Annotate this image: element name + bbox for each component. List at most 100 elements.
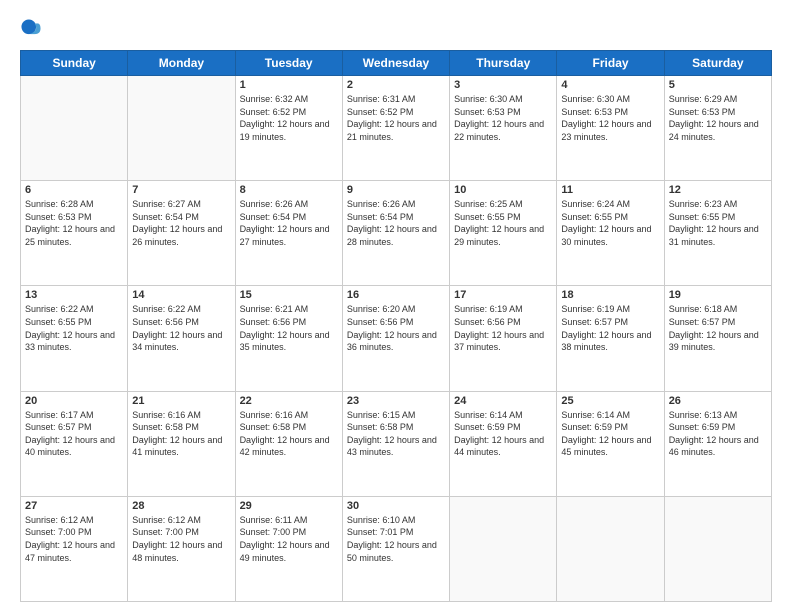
day-info: Sunrise: 6:12 AMSunset: 7:00 PMDaylight:…: [132, 514, 230, 564]
day-number: 25: [561, 395, 659, 407]
calendar-cell: 6 Sunrise: 6:28 AMSunset: 6:53 PMDaylight…: [21, 181, 128, 286]
weekday-header: Thursday: [450, 51, 557, 76]
day-number: 14: [132, 289, 230, 301]
calendar-cell: 22 Sunrise: 6:16 AMSunset: 6:58 PMDayligh…: [235, 391, 342, 496]
calendar-cell: 25 Sunrise: 6:14 AMSunset: 6:59 PMDayligh…: [557, 391, 664, 496]
day-number: 7: [132, 184, 230, 196]
day-number: 27: [25, 500, 123, 512]
day-info: Sunrise: 6:17 AMSunset: 6:57 PMDaylight:…: [25, 409, 123, 459]
day-number: 18: [561, 289, 659, 301]
calendar-cell: 21 Sunrise: 6:16 AMSunset: 6:58 PMDayligh…: [128, 391, 235, 496]
calendar-cell: [128, 76, 235, 181]
day-info: Sunrise: 6:13 AMSunset: 6:59 PMDaylight:…: [669, 409, 767, 459]
day-info: Sunrise: 6:22 AMSunset: 6:56 PMDaylight:…: [132, 303, 230, 353]
logo: [20, 18, 46, 40]
weekday-header: Tuesday: [235, 51, 342, 76]
day-info: Sunrise: 6:31 AMSunset: 6:52 PMDaylight:…: [347, 93, 445, 143]
day-info: Sunrise: 6:16 AMSunset: 6:58 PMDaylight:…: [240, 409, 338, 459]
calendar-cell: 7 Sunrise: 6:27 AMSunset: 6:54 PMDaylight…: [128, 181, 235, 286]
day-number: 19: [669, 289, 767, 301]
calendar-cell: 17 Sunrise: 6:19 AMSunset: 6:56 PMDayligh…: [450, 286, 557, 391]
weekday-header: Friday: [557, 51, 664, 76]
day-number: 17: [454, 289, 552, 301]
calendar-cell: 5 Sunrise: 6:29 AMSunset: 6:53 PMDaylight…: [664, 76, 771, 181]
calendar-cell: 19 Sunrise: 6:18 AMSunset: 6:57 PMDayligh…: [664, 286, 771, 391]
day-info: Sunrise: 6:29 AMSunset: 6:53 PMDaylight:…: [669, 93, 767, 143]
weekday-header: Saturday: [664, 51, 771, 76]
day-number: 3: [454, 79, 552, 91]
day-number: 29: [240, 500, 338, 512]
calendar-cell: 27 Sunrise: 6:12 AMSunset: 7:00 PMDayligh…: [21, 496, 128, 601]
day-info: Sunrise: 6:24 AMSunset: 6:55 PMDaylight:…: [561, 198, 659, 248]
calendar-week-row: 1Sunrise: 6:32 AMSunset: 6:52 PMDaylight…: [21, 76, 772, 181]
day-info: Sunrise: 6:12 AMSunset: 7:00 PMDaylight:…: [25, 514, 123, 564]
calendar-cell: [450, 496, 557, 601]
weekday-header: Sunday: [21, 51, 128, 76]
calendar-cell: 26 Sunrise: 6:13 AMSunset: 6:59 PMDayligh…: [664, 391, 771, 496]
day-info: Sunrise: 6:32 AMSunset: 6:52 PMDaylight:…: [240, 93, 338, 143]
day-number: 21: [132, 395, 230, 407]
day-info: Sunrise: 6:25 AMSunset: 6:55 PMDaylight:…: [454, 198, 552, 248]
day-number: 26: [669, 395, 767, 407]
calendar-cell: 9 Sunrise: 6:26 AMSunset: 6:54 PMDaylight…: [342, 181, 449, 286]
day-info: Sunrise: 6:16 AMSunset: 6:58 PMDaylight:…: [132, 409, 230, 459]
calendar-cell: 3 Sunrise: 6:30 AMSunset: 6:53 PMDaylight…: [450, 76, 557, 181]
calendar-cell: 2 Sunrise: 6:31 AMSunset: 6:52 PMDaylight…: [342, 76, 449, 181]
day-info: Sunrise: 6:23 AMSunset: 6:55 PMDaylight:…: [669, 198, 767, 248]
day-info: Sunrise: 6:10 AMSunset: 7:01 PMDaylight:…: [347, 514, 445, 564]
calendar-week-row: 13 Sunrise: 6:22 AMSunset: 6:55 PMDayligh…: [21, 286, 772, 391]
day-number: 20: [25, 395, 123, 407]
day-info: Sunrise: 6:19 AMSunset: 6:57 PMDaylight:…: [561, 303, 659, 353]
calendar-cell: 14 Sunrise: 6:22 AMSunset: 6:56 PMDayligh…: [128, 286, 235, 391]
day-number: 15: [240, 289, 338, 301]
day-info: Sunrise: 6:26 AMSunset: 6:54 PMDaylight:…: [347, 198, 445, 248]
day-number: 6: [25, 184, 123, 196]
calendar-cell: 12 Sunrise: 6:23 AMSunset: 6:55 PMDayligh…: [664, 181, 771, 286]
calendar-week-row: 6 Sunrise: 6:28 AMSunset: 6:53 PMDaylight…: [21, 181, 772, 286]
day-number: 16: [347, 289, 445, 301]
calendar-cell: 11 Sunrise: 6:24 AMSunset: 6:55 PMDayligh…: [557, 181, 664, 286]
day-number: 28: [132, 500, 230, 512]
day-number: 9: [347, 184, 445, 196]
day-info: Sunrise: 6:15 AMSunset: 6:58 PMDaylight:…: [347, 409, 445, 459]
day-info: Sunrise: 6:21 AMSunset: 6:56 PMDaylight:…: [240, 303, 338, 353]
calendar-cell: 30 Sunrise: 6:10 AMSunset: 7:01 PMDayligh…: [342, 496, 449, 601]
day-number: 12: [669, 184, 767, 196]
calendar-week-row: 20 Sunrise: 6:17 AMSunset: 6:57 PMDayligh…: [21, 391, 772, 496]
day-number: 24: [454, 395, 552, 407]
logo-icon: [20, 18, 42, 40]
calendar-table: SundayMondayTuesdayWednesdayThursdayFrid…: [20, 50, 772, 602]
day-number: 10: [454, 184, 552, 196]
day-info: Sunrise: 6:28 AMSunset: 6:53 PMDaylight:…: [25, 198, 123, 248]
day-number: 4: [561, 79, 659, 91]
header: [20, 18, 772, 40]
calendar-cell: 8 Sunrise: 6:26 AMSunset: 6:54 PMDaylight…: [235, 181, 342, 286]
calendar-cell: 23Sunrise: 6:15 AMSunset: 6:58 PMDayligh…: [342, 391, 449, 496]
calendar-cell: 24 Sunrise: 6:14 AMSunset: 6:59 PMDayligh…: [450, 391, 557, 496]
day-info: Sunrise: 6:20 AMSunset: 6:56 PMDaylight:…: [347, 303, 445, 353]
calendar-cell: 1Sunrise: 6:32 AMSunset: 6:52 PMDaylight…: [235, 76, 342, 181]
day-number: 30: [347, 500, 445, 512]
calendar-cell: 13 Sunrise: 6:22 AMSunset: 6:55 PMDayligh…: [21, 286, 128, 391]
calendar-cell: 18 Sunrise: 6:19 AMSunset: 6:57 PMDayligh…: [557, 286, 664, 391]
day-number: 2: [347, 79, 445, 91]
day-info: Sunrise: 6:26 AMSunset: 6:54 PMDaylight:…: [240, 198, 338, 248]
day-number: 22: [240, 395, 338, 407]
day-info: Sunrise: 6:30 AMSunset: 6:53 PMDaylight:…: [561, 93, 659, 143]
day-number: 13: [25, 289, 123, 301]
day-info: Sunrise: 6:22 AMSunset: 6:55 PMDaylight:…: [25, 303, 123, 353]
day-info: Sunrise: 6:18 AMSunset: 6:57 PMDaylight:…: [669, 303, 767, 353]
day-info: Sunrise: 6:19 AMSunset: 6:56 PMDaylight:…: [454, 303, 552, 353]
day-info: Sunrise: 6:30 AMSunset: 6:53 PMDaylight:…: [454, 93, 552, 143]
day-number: 5: [669, 79, 767, 91]
day-number: 8: [240, 184, 338, 196]
day-number: 11: [561, 184, 659, 196]
day-info: Sunrise: 6:27 AMSunset: 6:54 PMDaylight:…: [132, 198, 230, 248]
calendar-cell: [664, 496, 771, 601]
calendar-cell: 16 Sunrise: 6:20 AMSunset: 6:56 PMDayligh…: [342, 286, 449, 391]
day-info: Sunrise: 6:14 AMSunset: 6:59 PMDaylight:…: [561, 409, 659, 459]
calendar-header: SundayMondayTuesdayWednesdayThursdayFrid…: [21, 51, 772, 76]
day-info: Sunrise: 6:14 AMSunset: 6:59 PMDaylight:…: [454, 409, 552, 459]
calendar-cell: 29Sunrise: 6:11 AMSunset: 7:00 PMDayligh…: [235, 496, 342, 601]
calendar-cell: 4 Sunrise: 6:30 AMSunset: 6:53 PMDaylight…: [557, 76, 664, 181]
